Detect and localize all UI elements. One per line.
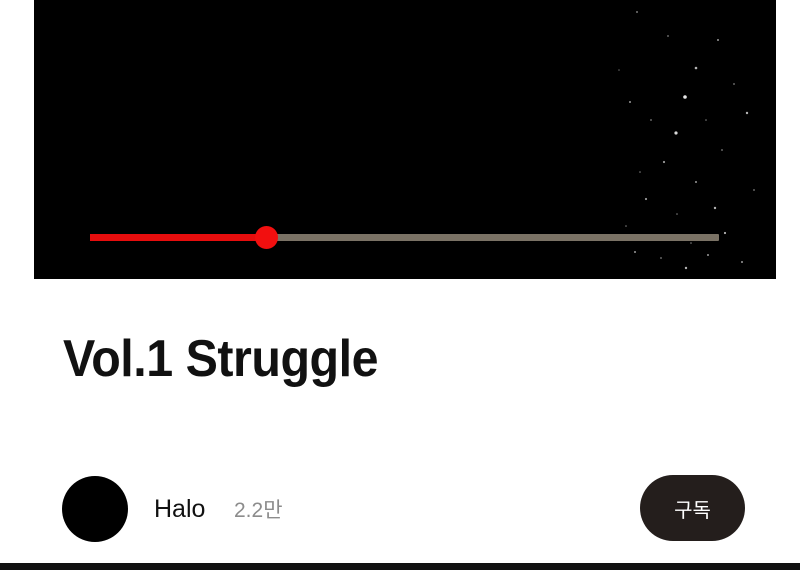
channel-avatar[interactable] bbox=[62, 476, 128, 542]
progress-bar[interactable] bbox=[90, 226, 719, 249]
video-title: Vol.1 Struggle bbox=[63, 330, 379, 388]
progress-scrubber-thumb[interactable] bbox=[255, 226, 279, 249]
bottom-divider bbox=[0, 563, 800, 570]
video-player[interactable] bbox=[34, 0, 776, 279]
progress-played bbox=[90, 234, 267, 241]
subscribe-button[interactable]: 구독 bbox=[640, 475, 745, 541]
subscriber-count: 2.2만 bbox=[234, 499, 283, 522]
channel-name[interactable]: Halo bbox=[154, 493, 205, 525]
